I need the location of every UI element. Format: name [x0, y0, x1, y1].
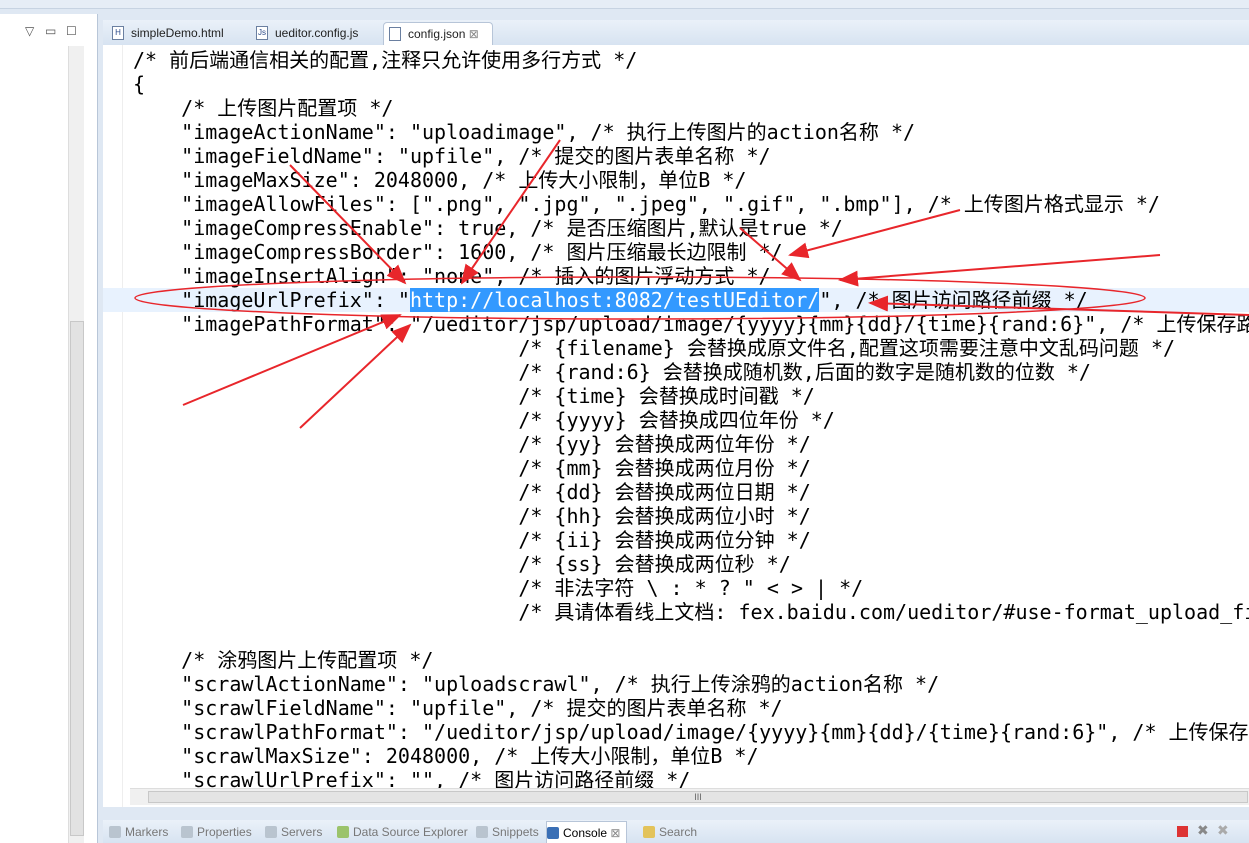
tab-label: config.json	[408, 27, 466, 41]
tab-search[interactable]: Search	[643, 825, 697, 839]
editor-ruler	[103, 45, 123, 807]
view-menu-icon[interactable]: ▽	[25, 24, 34, 38]
terminate-icon[interactable]	[1177, 826, 1188, 837]
remove-all-icon[interactable]: ✖	[1217, 822, 1229, 839]
code-line[interactable]: "scrawlPathFormat": "/ueditor/jsp/upload…	[133, 720, 1249, 744]
code-text: ", /* 图片访问路径前缀 */	[819, 288, 1088, 312]
code-line[interactable]: /* 上传图片配置项 */	[133, 96, 1249, 120]
tab-label: simpleDemo.html	[131, 26, 224, 40]
close-icon[interactable]: ⊠	[469, 27, 479, 41]
vertical-scrollbar[interactable]	[68, 46, 84, 843]
code-line[interactable]: /* 非法字符 \ : * ? " < > | */	[133, 576, 1249, 600]
maximize-icon[interactable]: ☐	[66, 24, 77, 38]
tab-properties[interactable]: Properties	[181, 825, 252, 839]
file-icon	[389, 27, 401, 41]
code-line[interactable]: /* {ii} 会替换成两位分钟 */	[133, 528, 1249, 552]
js-file-icon: Js	[256, 26, 268, 40]
scroll-thumb[interactable]	[70, 321, 84, 836]
tab-label: Console	[563, 826, 608, 840]
scroll-thumb[interactable]: III	[148, 791, 1248, 803]
code-line[interactable]: /* {hh} 会替换成两位小时 */	[133, 504, 1249, 528]
close-icon[interactable]: ⊠	[610, 826, 620, 840]
tab-label: Snippets	[492, 825, 539, 839]
code-line[interactable]: "imageMaxSize": 2048000, /* 上传大小限制，单位B *…	[133, 168, 1249, 192]
code-line-highlighted[interactable]: "imageUrlPrefix": "http://localhost:8082…	[103, 288, 1249, 312]
code-line[interactable]: /* {yy} 会替换成两位年份 */	[133, 432, 1249, 456]
tab-data-source-explorer[interactable]: Data Source Explorer	[337, 825, 468, 839]
code-line[interactable]: /* {yyyy} 会替换成四位年份 */	[133, 408, 1249, 432]
tab-label: Markers	[125, 825, 169, 839]
tab-label: ueditor.config.js	[275, 26, 359, 40]
bottom-panel-tabs: Markers Properties Servers Data Source E…	[103, 820, 1249, 843]
tab-simpledemo-html[interactable]: HsimpleDemo.html	[107, 22, 247, 45]
left-panel: ▽ ▭ ☐	[0, 14, 98, 843]
code-line[interactable]: /* {dd} 会替换成两位日期 */	[133, 480, 1249, 504]
code-line[interactable]: "imageFieldName": "upfile", /* 提交的图片表单名称…	[133, 144, 1249, 168]
tab-label: Properties	[197, 825, 252, 839]
code-content[interactable]: /* 前后端通信相关的配置,注释只允许使用多行方式 */{ /* 上传图片配置项…	[103, 48, 1249, 792]
code-line[interactable]: /* {time} 会替换成时间戳 */	[133, 384, 1249, 408]
tab-console[interactable]: Console ⊠	[546, 821, 628, 843]
tab-label: Search	[659, 825, 698, 839]
code-line[interactable]	[133, 624, 1249, 648]
tab-ueditor-config-js[interactable]: Js ueditor.config.js	[251, 22, 381, 45]
tab-markers[interactable]: Markers	[109, 825, 168, 839]
remove-launch-icon[interactable]: ✖	[1197, 822, 1209, 839]
code-line[interactable]: /* {mm} 会替换成两位月份 */	[133, 456, 1249, 480]
minimize-icon[interactable]: ▭	[45, 24, 56, 38]
tab-label: Data Source Explorer	[353, 825, 468, 839]
code-line[interactable]: /* {rand:6} 会替换成随机数,后面的数字是随机数的位数 */	[133, 360, 1249, 384]
main-toolbar	[0, 0, 1249, 9]
code-line[interactable]: "scrawlFieldName": "upfile", /* 提交的图片表单名…	[133, 696, 1249, 720]
html-file-icon: H	[112, 26, 124, 40]
tab-snippets[interactable]: Snippets	[476, 825, 539, 839]
code-text: "imageUrlPrefix": "	[133, 288, 410, 312]
code-line[interactable]: "imageAllowFiles": [".png", ".jpg", ".jp…	[133, 192, 1249, 216]
tab-servers[interactable]: Servers	[265, 825, 322, 839]
code-line[interactable]: /* 具请体看线上文档: fex.baidu.com/ueditor/#use-…	[133, 600, 1249, 624]
editor-tabs: HsimpleDemo.html Js ueditor.config.js con…	[103, 20, 1249, 45]
code-line[interactable]: "scrawlMaxSize": 2048000, /* 上传大小限制，单位B …	[133, 744, 1249, 768]
code-line[interactable]: /* {filename} 会替换成原文件名,配置这项需要注意中文乱码问题 */	[133, 336, 1249, 360]
code-line[interactable]: /* 前后端通信相关的配置,注释只允许使用多行方式 */	[133, 48, 1249, 72]
code-line[interactable]: "scrawlActionName": "uploadscrawl", /* 执…	[133, 672, 1249, 696]
tab-label: Servers	[281, 825, 323, 839]
code-line[interactable]: "imagePathFormat": "/ueditor/jsp/upload/…	[133, 312, 1249, 336]
code-line[interactable]: "imageInsertAlign": "none", /* 插入的图片浮动方式…	[133, 264, 1249, 288]
code-line[interactable]: /* {ss} 会替换成两位秒 */	[133, 552, 1249, 576]
code-line[interactable]: /* 涂鸦图片上传配置项 */	[133, 648, 1249, 672]
horizontal-scrollbar[interactable]: III	[130, 788, 1249, 805]
code-line[interactable]: "imageCompressEnable": true, /* 是否压缩图片,默…	[133, 216, 1249, 240]
tab-config-json[interactable]: config.json ⊠	[383, 22, 493, 45]
code-editor[interactable]: /* 前后端通信相关的配置,注释只允许使用多行方式 */{ /* 上传图片配置项…	[103, 45, 1249, 807]
code-line[interactable]: "imageCompressBorder": 1600, /* 图片压缩最长边限…	[133, 240, 1249, 264]
code-line[interactable]: {	[133, 72, 1249, 96]
code-line[interactable]: "imageActionName": "uploadimage", /* 执行上…	[133, 120, 1249, 144]
selected-text[interactable]: http://localhost:8082/testUEditor/	[409, 288, 820, 312]
